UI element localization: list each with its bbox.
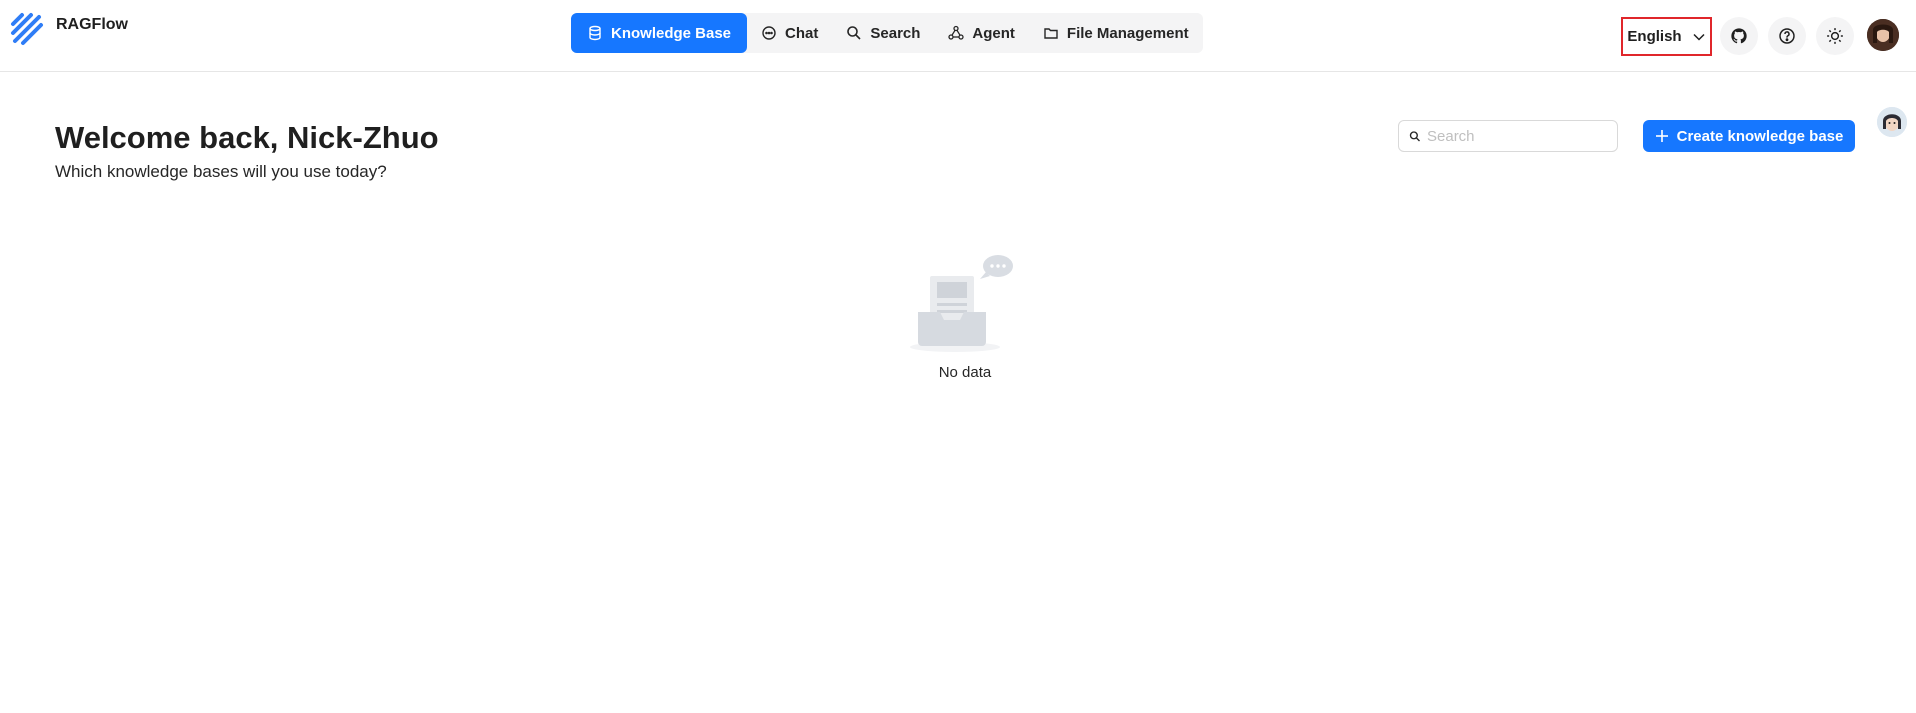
nav-search[interactable]: Search bbox=[832, 13, 934, 53]
create-knowledge-base-button[interactable]: Create knowledge base bbox=[1643, 120, 1855, 152]
nav-knowledge-base[interactable]: Knowledge Base bbox=[571, 13, 748, 53]
nav-label: Knowledge Base bbox=[611, 24, 732, 42]
empty-state: No data bbox=[910, 250, 1020, 381]
language-label: English bbox=[1627, 28, 1682, 45]
nav-file-management[interactable]: File Management bbox=[1029, 13, 1203, 53]
nav-chat[interactable]: Chat bbox=[747, 13, 832, 53]
database-icon bbox=[589, 25, 601, 41]
help-icon bbox=[1779, 28, 1795, 44]
user-avatar[interactable] bbox=[1867, 19, 1899, 51]
nav-label: Chat bbox=[785, 24, 819, 42]
theme-toggle-button[interactable] bbox=[1816, 17, 1854, 55]
app-name: RAGFlow bbox=[56, 16, 128, 33]
nav-label: Search bbox=[870, 24, 921, 42]
chevron-down-icon bbox=[1693, 33, 1705, 41]
main-nav: Knowledge Base Chat Search Agent File Ma… bbox=[571, 13, 1203, 53]
folder-icon bbox=[1044, 28, 1058, 39]
search-icon bbox=[847, 26, 861, 40]
github-button[interactable] bbox=[1720, 17, 1758, 55]
nav-label: Agent bbox=[972, 24, 1015, 42]
app-logo[interactable]: RAGFlow bbox=[10, 12, 128, 46]
create-button-label: Create knowledge base bbox=[1676, 127, 1844, 145]
github-icon bbox=[1731, 28, 1747, 44]
avatar-portrait-icon bbox=[1867, 19, 1899, 51]
assistant-portrait-icon bbox=[1877, 107, 1907, 137]
top-header: RAGFlow Knowledge Base Chat Search Agent… bbox=[0, 0, 1916, 72]
help-button[interactable] bbox=[1768, 17, 1806, 55]
nav-label: File Management bbox=[1066, 24, 1189, 42]
sun-icon bbox=[1827, 28, 1843, 44]
plus-icon bbox=[1655, 130, 1668, 142]
agent-graph-icon bbox=[948, 25, 965, 40]
page-subtitle: Which knowledge bases will you use today… bbox=[55, 162, 387, 181]
floating-assistant-avatar[interactable] bbox=[1877, 107, 1907, 137]
empty-inbox-icon bbox=[910, 255, 1013, 352]
chat-bubble-icon bbox=[762, 26, 776, 40]
empty-state-text: No data bbox=[938, 364, 992, 381]
page-title: Welcome back, Nick-Zhuo bbox=[55, 120, 439, 155]
nav-agent[interactable]: Agent bbox=[934, 13, 1029, 53]
language-select[interactable]: English bbox=[1621, 17, 1712, 56]
search-input[interactable] bbox=[1427, 127, 1607, 145]
ragflow-logo-icon bbox=[11, 13, 43, 45]
search-box[interactable] bbox=[1398, 120, 1618, 152]
search-icon bbox=[1409, 130, 1420, 141]
